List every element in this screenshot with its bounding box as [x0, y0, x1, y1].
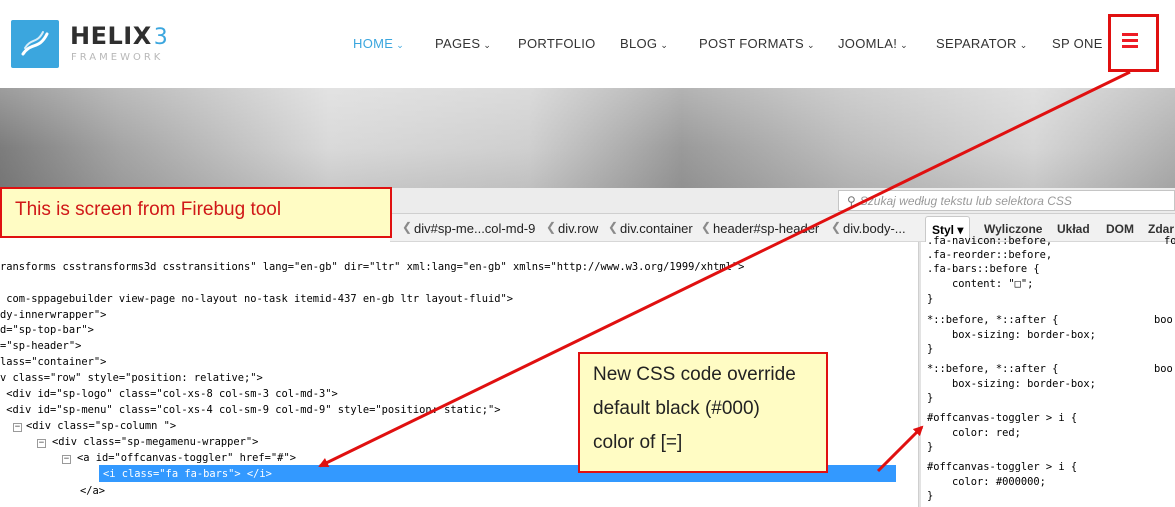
annotation-arrows: [318, 70, 1131, 473]
arrow-to-css-rule: [876, 425, 924, 473]
arrow-to-icon-element: [318, 70, 1131, 468]
